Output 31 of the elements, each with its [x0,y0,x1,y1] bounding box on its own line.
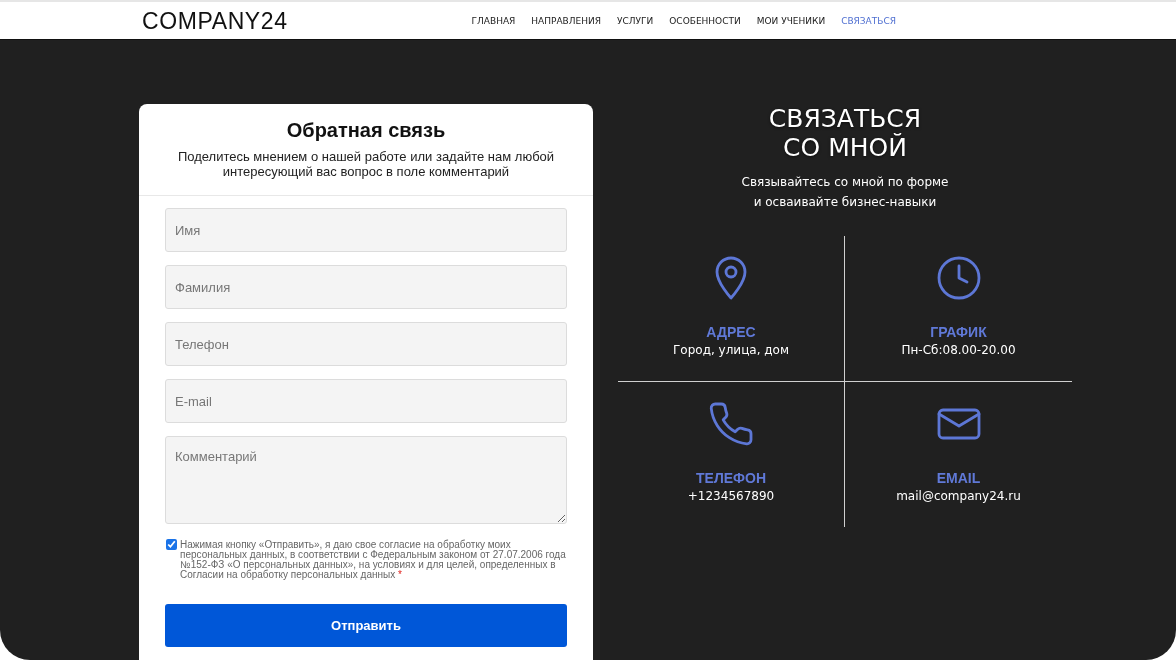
contact-label: АДРЕС [706,324,756,340]
submit-button[interactable]: Отправить [165,604,567,647]
input-field[interactable]: Телефон [165,322,567,366]
input-field[interactable]: Фамилия [165,265,567,309]
contact-value: +1234567890 [687,488,775,505]
phone-icon [709,402,753,446]
contact-title: СВЯЗАТЬСЯ СО МНОЙ [767,104,923,162]
consent-text: Нажимая кнопку «Отправить», я даю свое согласие на обработку моих персональных данных, в соответствии с Федеральным законом от 27.07.2006 года №152-ФЗ «О персональных данных», на условиях и для целей, определенных в Согласии на обработку персональных данных * [180,539,567,580]
input-field[interactable]: E-mail [165,379,567,423]
logo[interactable]: COMPANY24 [142,7,288,34]
contact-label: ГРАФИК [930,324,987,340]
contact-label: ТЕЛЕФОН [696,470,766,486]
contact-label: EMAIL [936,470,981,486]
nav-link[interactable]: МОИ УЧЕНИКИ [756,14,826,27]
nav-link[interactable]: ОСОБЕННОСТИ [669,14,741,27]
nav-link[interactable]: УСЛУГИ [617,14,654,27]
contact-subtitle: Связывайтесь со мной по форме и осваивайте бизнес-навыки [740,174,950,211]
nav-link[interactable]: СВЯЗАТЬСЯ [841,14,896,27]
input-field[interactable]: Имя [165,208,567,252]
clock-icon [936,256,981,300]
nav-link[interactable]: ГЛАВНАЯ [471,14,516,27]
contact-value: mail@company24.ru [896,488,1021,505]
map-pin-icon [715,256,747,300]
form-title: Обратная связь [285,118,447,142]
contact-value: Пн-Сб:08.00-20.00 [901,342,1016,359]
consent-checkbox[interactable] [166,539,177,550]
textarea-field[interactable]: Комментарий [165,436,567,524]
envelope-icon [936,408,981,440]
nav-link[interactable]: НАПРАВЛЕНИЯ [531,14,601,27]
form-subtitle: Поделитесь мнением о нашей работе или задайте нам любой интересующий вас вопрос в поле комментарий [176,150,556,179]
contact-value: Город, улица, дом [673,342,789,359]
